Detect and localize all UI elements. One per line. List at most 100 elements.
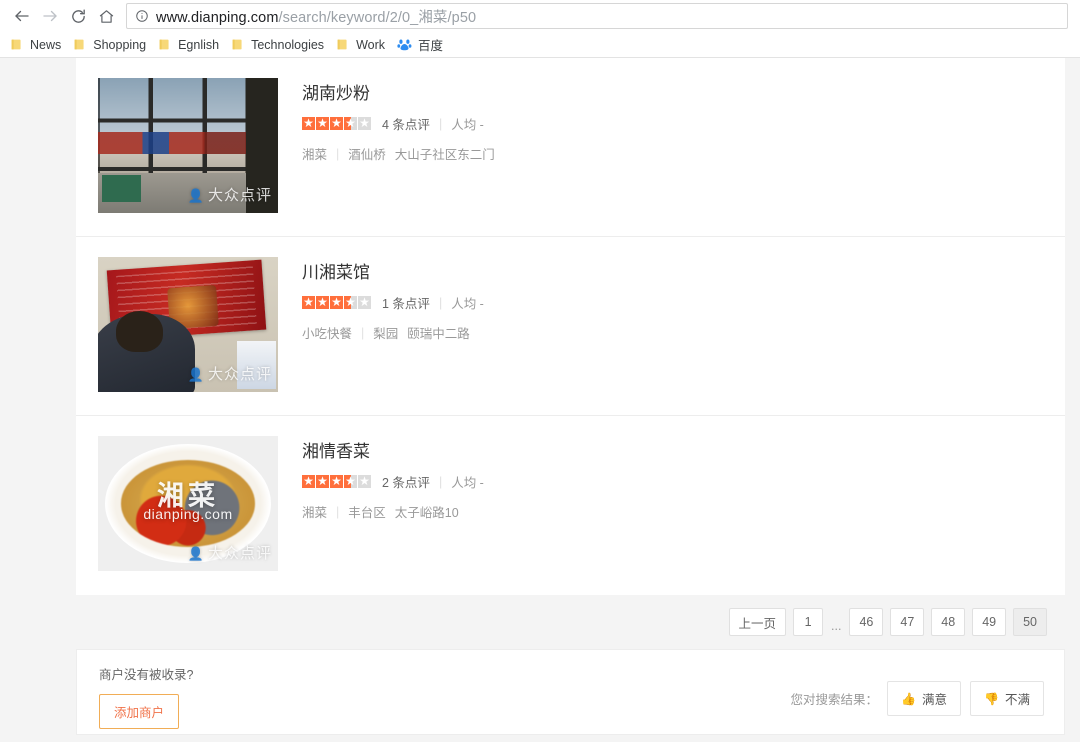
shop-thumbnail[interactable]: 👤 大众点评 [98,78,278,213]
average-price: 人均 - [451,476,484,490]
page-button-1[interactable]: 1 [793,608,824,636]
folder-icon [336,38,349,51]
bookmark-news[interactable]: News [6,34,69,56]
bookmark-label: Egnlish [178,37,220,52]
star-icon: ★ [344,116,357,130]
thumb-detail [101,175,142,203]
bookmark-shopping[interactable]: Shopping [69,34,154,56]
average-price: 人均 - [451,118,484,132]
meta-divider: | [438,474,443,489]
page-ellipsis: ... [831,619,842,633]
bookmark-technologies[interactable]: Technologies [227,34,332,56]
content-wrapper: 👤 大众点评 湖南炒粉 ★ ★ ★ ★ ★ 4 条点评 | 人均 - 湘菜 | … [76,58,1065,735]
page-body: 👤 大众点评 湖南炒粉 ★ ★ ★ ★ ★ 4 条点评 | 人均 - 湘菜 | … [0,58,1080,742]
folder-icon [73,38,86,51]
prev-page-button[interactable]: 上一页 [728,608,787,636]
folder-icon [231,38,244,51]
home-icon[interactable] [92,3,120,29]
feedback-area: 您对搜索结果： 👍 满意 👎 不满 [791,681,1044,716]
bookmark-label: News [30,37,62,52]
address-text: 大山子社区东二门 [394,148,495,162]
shop-meta: ★ ★ ★ ★ ★ 1 条点评 | 人均 - [302,294,1065,311]
shop-tags: 湘菜 | 酒仙桥 大山子社区东二门 [302,144,1065,163]
page-button-49[interactable]: 49 [972,608,1007,636]
bookmark-label: Shopping [93,37,147,52]
unsatisfied-button[interactable]: 👎 不满 [970,681,1044,716]
back-icon[interactable] [8,3,36,29]
shop-meta: ★ ★ ★ ★ ★ 4 条点评 | 人均 - [302,115,1065,132]
tag-divider: | [336,146,340,161]
shop-info: 湖南炒粉 ★ ★ ★ ★ ★ 4 条点评 | 人均 - 湘菜 | 酒仙桥 大山子… [278,78,1065,216]
shop-meta: ★ ★ ★ ★ ★ 2 条点评 | 人均 - [302,473,1065,490]
star-icon: ★ [344,295,357,309]
image-watermark: 👤 大众点评 [188,363,272,384]
folder-icon [158,38,171,51]
review-count[interactable]: 2 条点评 [382,472,430,491]
category-tag[interactable]: 小吃快餐 [302,323,352,342]
meta-divider: | [438,116,443,131]
bookmark-work[interactable]: Work [332,34,393,56]
url-host: www.dianping.com [156,9,279,26]
star-icon: ★ [330,116,343,130]
region-tag[interactable]: 酒仙桥 [348,144,386,163]
star-icon: ★ [330,295,343,309]
shop-tags: 湘菜 | 丰台区 太子峪路10 [302,502,1065,521]
shop-tags: 小吃快餐 | 梨园 颐瑞中二路 [302,323,1065,342]
shop-name[interactable]: 川湘菜馆 [302,261,1065,285]
shop-name[interactable]: 湖南炒粉 [302,82,1065,106]
tag-divider: | [361,325,365,340]
watermark-text: 大众点评 [207,366,272,383]
bookmark-baidu[interactable]: 百度 [393,34,451,56]
list-item[interactable]: 湘菜 dianping.com 👤 大众点评 湘情香菜 ★ ★ ★ ★ ★ 2 … [76,416,1065,595]
star-icon: ★ [316,474,329,488]
bookmark-label: 百度 [418,39,444,53]
page-button-50-current[interactable]: 50 [1013,608,1047,636]
star-icon: ★ [302,116,315,130]
category-tag[interactable]: 湘菜 [302,502,327,521]
star-icon: ★ [302,474,315,488]
star-rating: ★ ★ ★ ★ ★ [302,117,371,130]
shop-info: 川湘菜馆 ★ ★ ★ ★ ★ 1 条点评 | 人均 - 小吃快餐 | 梨园 颐瑞… [278,257,1065,395]
star-icon: ★ [316,116,329,130]
region-tag[interactable]: 丰台区 [348,502,386,521]
star-icon: ★ [358,116,371,130]
shop-thumbnail[interactable]: 👤 大众点评 [98,257,278,392]
baidu-paw-icon [397,37,412,52]
category-tag[interactable]: 湘菜 [302,144,327,163]
watermark-text: 大众点评 [207,187,272,204]
satisfied-button[interactable]: 👍 满意 [887,681,962,716]
address-bar[interactable]: www.dianping.com/search/keyword/2/0_湘菜/p… [126,3,1068,29]
star-rating: ★ ★ ★ ★ ★ [302,475,371,488]
list-item[interactable]: 👤 大众点评 湖南炒粉 ★ ★ ★ ★ ★ 4 条点评 | 人均 - 湘菜 | … [76,58,1065,237]
unsatisfied-label: 不满 [1004,693,1030,707]
forward-icon [36,3,64,29]
shop-thumbnail[interactable]: 湘菜 dianping.com 👤 大众点评 [98,436,278,571]
tag-divider: | [336,504,340,519]
review-count[interactable]: 4 条点评 [382,114,430,133]
meta-divider: | [438,295,443,310]
watermark-text: 大众点评 [207,545,272,562]
watermark-mark: 👤 [187,546,205,561]
satisfied-label: 满意 [922,693,948,707]
page-button-48[interactable]: 48 [931,608,966,636]
folder-icon [10,38,23,51]
address-text: 颐瑞中二路 [407,327,470,341]
feedback-label: 您对搜索结果： [790,693,879,707]
page-button-47[interactable]: 47 [890,608,925,636]
add-shop-button[interactable]: 添加商户 [99,694,180,729]
star-icon: ★ [316,295,329,309]
page-button-46[interactable]: 46 [849,608,884,636]
star-icon: ★ [302,295,315,309]
list-item[interactable]: 👤 大众点评 川湘菜馆 ★ ★ ★ ★ ★ 1 条点评 | 人均 - 小吃快餐 … [76,237,1065,416]
average-price: 人均 - [451,297,484,311]
shop-info: 湘情香菜 ★ ★ ★ ★ ★ 2 条点评 | 人均 - 湘菜 | 丰台区 太子峪… [278,436,1065,575]
region-tag[interactable]: 梨园 [373,323,398,342]
site-info-icon[interactable] [135,9,149,23]
image-watermark: 👤 大众点评 [188,184,272,205]
reload-icon[interactable] [64,3,92,29]
url-path: /search/keyword/2/0_湘菜/p50 [278,9,477,26]
image-watermark: 👤 大众点评 [188,542,272,563]
review-count[interactable]: 1 条点评 [382,293,430,312]
bookmark-egnlish[interactable]: Egnlish [154,34,227,56]
shop-name[interactable]: 湘情香菜 [302,440,1065,464]
